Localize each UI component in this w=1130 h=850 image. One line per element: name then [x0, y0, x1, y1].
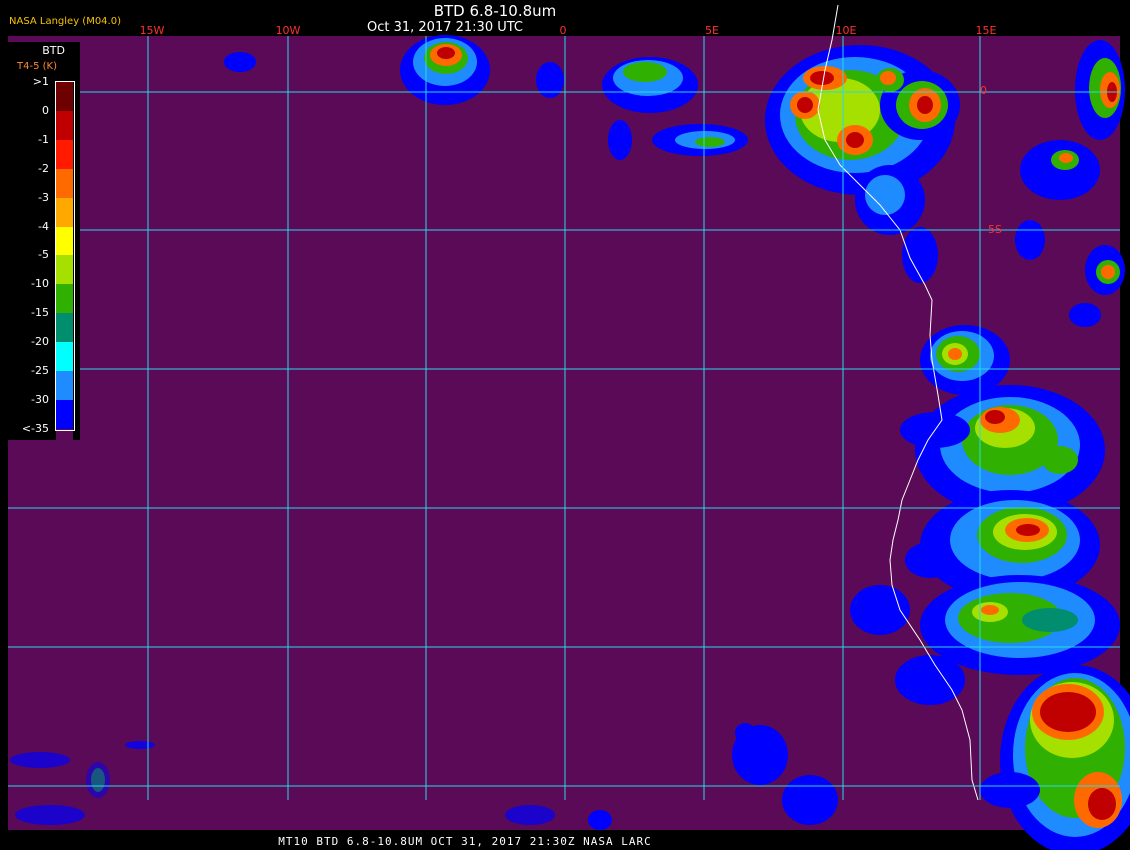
legend-tick-label: <-35	[21, 421, 49, 435]
cloud-red	[437, 47, 455, 59]
cloud-red	[797, 97, 813, 113]
cloud-blue	[224, 52, 256, 72]
cloud-red	[1088, 788, 1116, 820]
cloud-blue	[1015, 220, 1045, 260]
legend-tick-label: >1	[32, 75, 49, 88]
cloud-red	[917, 96, 933, 114]
cloud-blue	[980, 772, 1040, 808]
cloud-orange	[880, 71, 896, 85]
map-title: BTD 6.8-10.8um	[433, 2, 557, 20]
legend-tick-label: 0	[42, 103, 49, 117]
cloud-red	[846, 132, 864, 148]
cloud-blue	[588, 810, 612, 830]
cloud-blue	[15, 805, 85, 825]
legend-frame	[55, 81, 75, 431]
legend-tick-label: -30	[31, 392, 49, 406]
cloud-blue	[1069, 303, 1101, 327]
cloud-blue	[782, 775, 838, 825]
cloud-red	[810, 71, 834, 85]
organization-label: NASA Langley (M04.0)	[9, 16, 121, 27]
cloud-blue	[905, 542, 955, 578]
legend-tick-label: -20	[31, 335, 49, 349]
cloud-teal	[1022, 608, 1078, 632]
cloud-green	[623, 62, 667, 82]
latitude-label: 0	[980, 84, 987, 97]
latitude-label: 5S	[988, 223, 1002, 236]
legend-title: BTD	[42, 44, 65, 57]
cloud-blue	[902, 227, 938, 283]
map-datetime: Oct 31, 2017 21:30 UTC	[367, 20, 523, 35]
cloud-blue	[895, 655, 965, 705]
cloud-cyan	[865, 175, 905, 215]
cloud-green	[695, 137, 725, 147]
footer-caption: MT10 BTD 6.8-10.8UM OCT 31, 2017 21:30Z …	[278, 835, 652, 848]
satellite-map: 15W 10W 0 5E 10E 15E 05S	[0, 0, 1130, 850]
cloud-orange	[948, 348, 962, 360]
cloud-blue	[505, 805, 555, 825]
legend-tick-label: -4	[38, 219, 49, 233]
cloud-blue	[735, 723, 755, 743]
cloud-blue	[10, 752, 70, 768]
legend-tick-label: -15	[31, 306, 49, 320]
legend-swatch	[56, 428, 73, 459]
cloud-orange	[1101, 265, 1115, 279]
legend-tick-label: -3	[38, 190, 49, 204]
cloud-blue	[850, 585, 910, 635]
legend-tick-label: -25	[31, 364, 49, 377]
cloud-orange	[1059, 153, 1073, 163]
color-legend: BTD T4-5 (K) >1 0 -1 -2 -3 -4 -5 -10 -15 -20 -25 -3…	[7, 42, 80, 459]
cloud-blue	[1020, 140, 1100, 200]
legend-tick-label: -2	[38, 161, 49, 175]
legend-tick-label: -10	[31, 277, 49, 291]
cloud-green	[1042, 446, 1078, 474]
legend-tick-label: -5	[38, 248, 49, 262]
cloud-red	[1016, 524, 1040, 536]
legend-units: T4-5 (K)	[17, 61, 57, 72]
cloud-blue	[608, 120, 632, 160]
cloud-orange	[981, 605, 999, 615]
cloud-blue	[86, 762, 110, 798]
cloud-blue	[536, 62, 564, 98]
cloud-red	[1040, 692, 1096, 732]
cloud-blue	[125, 741, 155, 749]
cloud-red	[985, 410, 1005, 424]
legend-tick-label: -1	[38, 132, 49, 146]
